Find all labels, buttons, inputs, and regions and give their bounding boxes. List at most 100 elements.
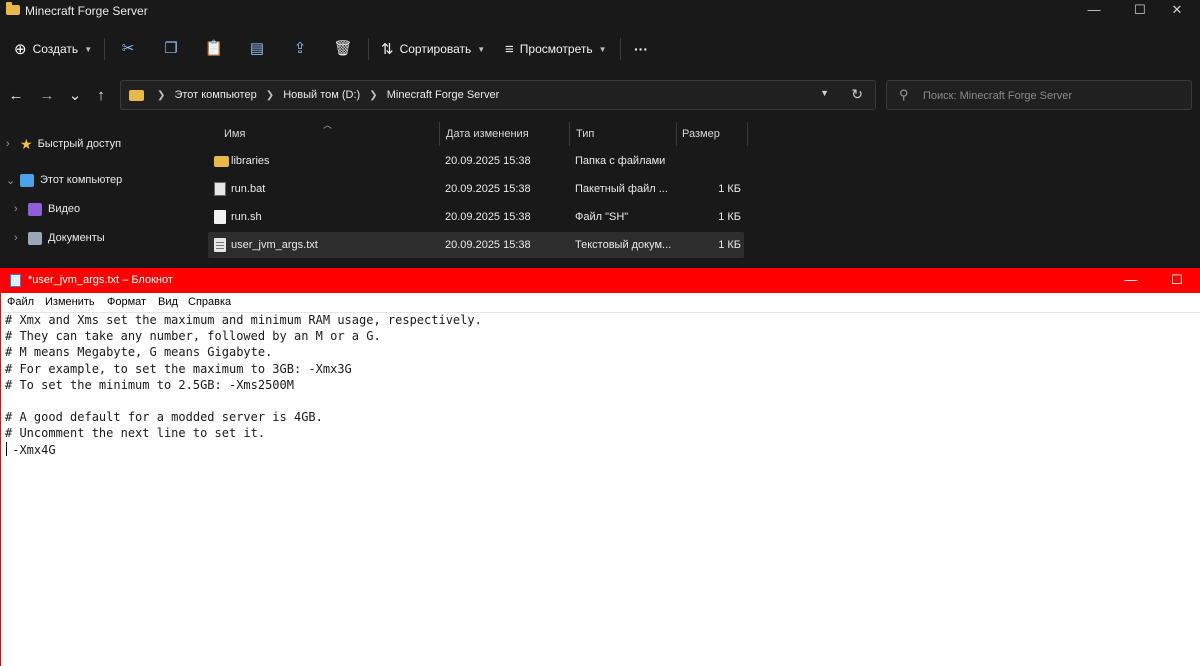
- file-name: run.sh: [231, 211, 262, 223]
- file-type: Папка с файлами: [575, 155, 666, 167]
- file-name: libraries: [231, 155, 270, 167]
- breadcrumb-current-folder[interactable]: Minecraft Forge Server: [387, 89, 499, 101]
- chevron-right-icon: ❯: [369, 90, 378, 101]
- close-button[interactable]: ✕: [1154, 0, 1200, 22]
- search-placeholder: Поиск: Minecraft Forge Server: [923, 90, 1073, 102]
- breadcrumb: ❯ Этот компьютер ❯ Новый том (D:) ❯ Mine…: [151, 89, 499, 101]
- file-explorer-window: Minecraft Forge Server — ☐ ✕ ⊕ Создать ▼…: [0, 0, 1200, 268]
- file-size: 1 КБ: [718, 239, 741, 251]
- sidebar-item-quick-access[interactable]: › ★ Быстрый доступ: [6, 132, 121, 156]
- column-header-size[interactable]: Размер: [682, 122, 720, 146]
- sidebar-item-this-pc[interactable]: ⌄ Этот компьютер: [6, 168, 122, 192]
- chevron-right-icon: ❯: [157, 90, 166, 101]
- text-editor[interactable]: # Xmx and Xms set the maximum and minimu…: [5, 312, 1195, 662]
- toolbar-divider: [104, 38, 105, 60]
- copy-icon[interactable]: ❐: [161, 39, 181, 59]
- column-header-name[interactable]: Имя: [224, 122, 245, 146]
- star-icon: ★: [20, 135, 33, 152]
- folder-icon: [129, 90, 144, 101]
- chevron-right-icon: ❯: [265, 90, 275, 101]
- sidebar-item-label: Видео: [48, 203, 81, 215]
- address-bar[interactable]: ❯ Этот компьютер ❯ Новый том (D:) ❯ Mine…: [120, 80, 876, 110]
- column-divider[interactable]: [676, 122, 677, 146]
- table-row-selected[interactable]: user_jvm_args.txt 20.09.2025 15:38 Текст…: [208, 232, 744, 258]
- menu-view[interactable]: Вид: [158, 296, 178, 308]
- breadcrumb-this-pc[interactable]: Этот компьютер: [174, 89, 256, 101]
- file-date: 20.09.2025 15:38: [445, 239, 531, 251]
- explorer-title: Minecraft Forge Server: [25, 4, 148, 18]
- chevron-right-icon[interactable]: ›: [14, 232, 28, 244]
- column-divider[interactable]: [747, 122, 748, 146]
- column-header-type[interactable]: Тип: [576, 122, 594, 146]
- text-caret: [6, 442, 7, 456]
- search-box[interactable]: ⚲ Поиск: Minecraft Forge Server: [886, 80, 1192, 110]
- menu-file[interactable]: Файл: [7, 296, 34, 308]
- chevron-right-icon[interactable]: ›: [6, 138, 20, 150]
- chevron-right-icon[interactable]: ›: [14, 203, 28, 215]
- menu-help[interactable]: Справка: [188, 296, 231, 308]
- file-date: 20.09.2025 15:38: [445, 155, 531, 167]
- delete-icon[interactable]: 🗑: [333, 39, 353, 59]
- file-type: Файл "SH": [575, 211, 629, 223]
- chevron-down-icon[interactable]: ⌄: [6, 174, 20, 187]
- more-options-button[interactable]: ···: [634, 36, 648, 62]
- folder-icon: [214, 156, 229, 167]
- chevron-down-icon: ▼: [84, 44, 93, 54]
- command-bar: ⊕ Создать ▼ ✂ ❐ 📋 ▤ ⇪ 🗑 ⇅ Сортировать ▼ …: [0, 30, 1200, 68]
- sidebar-item-documents[interactable]: › Документы: [14, 226, 105, 250]
- table-row[interactable]: run.sh 20.09.2025 15:38 Файл "SH" 1 КБ: [208, 204, 744, 230]
- back-arrow-icon[interactable]: ←: [7, 86, 25, 106]
- menu-edit[interactable]: Изменить: [45, 296, 95, 308]
- file-type: Текстовый докум...: [575, 239, 672, 251]
- text-file-icon: [214, 238, 226, 252]
- menu-format[interactable]: Формат: [107, 296, 146, 308]
- chevron-down-icon: ▼: [598, 44, 607, 54]
- table-row[interactable]: run.bat 20.09.2025 15:38 Пакетный файл .…: [208, 176, 744, 202]
- view-button[interactable]: ≡ Просмотреть ▼: [505, 36, 607, 62]
- column-header-date[interactable]: Дата изменения: [446, 122, 529, 146]
- paste-icon[interactable]: 📋: [204, 39, 224, 59]
- folder-icon: [6, 2, 20, 15]
- explorer-titlebar: Minecraft Forge Server — ☐ ✕: [0, 0, 1200, 22]
- refresh-icon[interactable]: ↻: [851, 86, 863, 103]
- view-label: Просмотреть: [519, 42, 593, 56]
- forward-arrow-icon[interactable]: →: [38, 86, 56, 106]
- minimize-button[interactable]: —: [1108, 268, 1154, 293]
- navigation-pane: › ★ Быстрый доступ ⌄ Этот компьютер › Ви…: [0, 128, 196, 268]
- rename-icon[interactable]: ▤: [247, 39, 267, 59]
- sort-button[interactable]: ⇅ Сортировать ▼: [381, 36, 485, 62]
- bat-file-icon: [214, 182, 226, 196]
- sidebar-item-label: Быстрый доступ: [37, 138, 122, 150]
- computer-icon: [20, 173, 34, 187]
- recent-locations-icon[interactable]: ⌄: [66, 86, 84, 106]
- breadcrumb-drive-d[interactable]: Новый том (D:): [283, 89, 360, 101]
- column-divider[interactable]: [439, 122, 440, 146]
- create-label: Создать: [32, 42, 79, 56]
- file-name: user_jvm_args.txt: [231, 239, 318, 251]
- video-icon: [28, 202, 42, 216]
- minimize-button[interactable]: —: [1071, 0, 1117, 22]
- chevron-down-icon: ▼: [477, 44, 486, 54]
- file-list: ︿ Имя Дата изменения Тип Размер librarie…: [196, 118, 756, 268]
- table-row[interactable]: libraries 20.09.2025 15:38 Папка с файла…: [208, 148, 744, 174]
- create-button[interactable]: ⊕ Создать ▼: [14, 36, 92, 62]
- plus-circle-icon: ⊕: [14, 41, 27, 58]
- sidebar-item-video[interactable]: › Видео: [14, 197, 80, 221]
- notepad-titlebar: *user_jvm_args.txt – Блокнот — ☐: [1, 268, 1200, 293]
- menu-bar: Файл Изменить Формат Вид Справка: [1, 293, 1200, 313]
- toolbar-divider: [620, 38, 621, 60]
- maximize-button[interactable]: ☐: [1154, 268, 1200, 293]
- sidebar-item-label: Этот компьютер: [40, 174, 123, 186]
- file-date: 20.09.2025 15:38: [445, 183, 531, 195]
- search-icon: ⚲: [899, 87, 909, 102]
- sidebar-item-label: Документы: [48, 232, 105, 244]
- share-icon[interactable]: ⇪: [290, 39, 310, 59]
- cut-icon[interactable]: ✂: [118, 39, 138, 59]
- chevron-down-icon[interactable]: ▼: [820, 88, 829, 98]
- file-type: Пакетный файл ...: [575, 183, 668, 195]
- sort-icon: ⇅: [381, 41, 394, 58]
- navigation-bar: ← → ⌄ ↑ ❯ Этот компьютер ❯ Новый том (D:…: [0, 78, 1200, 114]
- view-list-icon: ≡: [505, 40, 514, 58]
- column-divider[interactable]: [569, 122, 570, 146]
- up-arrow-icon[interactable]: ↑: [92, 86, 110, 106]
